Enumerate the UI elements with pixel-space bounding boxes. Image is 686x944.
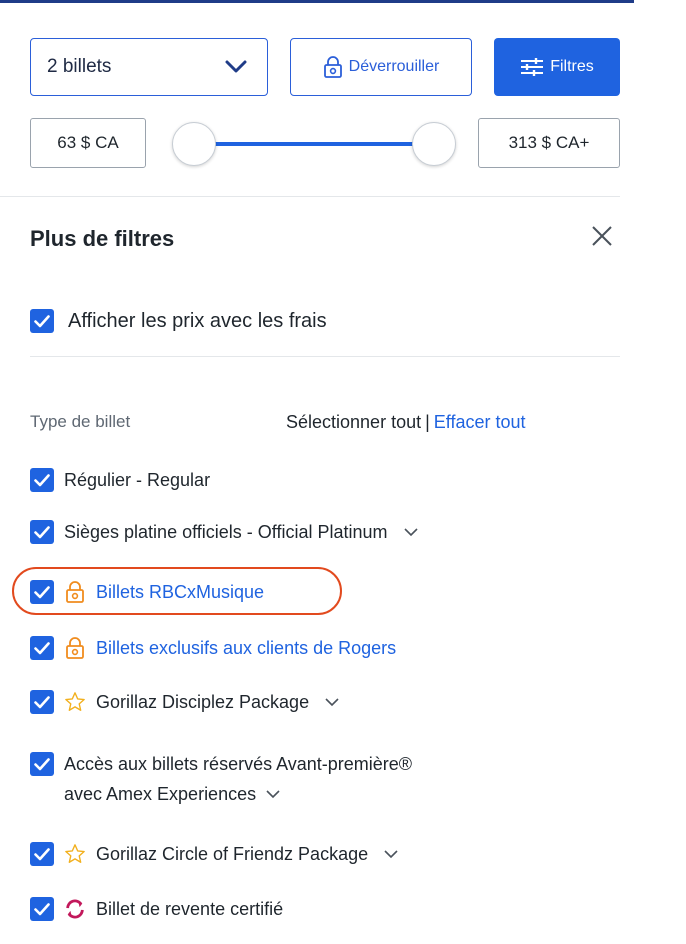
ticket-type-label: Billet de revente certifié bbox=[96, 898, 284, 919]
resale-icon bbox=[66, 899, 84, 919]
ticket-type-label: Accès aux billets réservés Avant-premièr… bbox=[64, 749, 412, 809]
sliders-icon bbox=[521, 58, 544, 76]
chevron-down-icon[interactable] bbox=[266, 789, 280, 799]
unlock-button[interactable]: Déverrouiller bbox=[290, 38, 472, 96]
check-icon bbox=[34, 847, 50, 860]
ticket-type-label: Gorillaz Circle of Friendz Package bbox=[96, 843, 369, 864]
ticket-type-option[interactable]: Accès aux billets réservés Avant-premièr… bbox=[30, 752, 412, 809]
check-icon bbox=[34, 585, 50, 598]
ticket-type-option[interactable]: Sièges platine officiels - Official Plat… bbox=[30, 520, 418, 544]
chevron-down-icon[interactable] bbox=[325, 697, 339, 707]
clear-all-link[interactable]: Effacer tout bbox=[434, 412, 526, 432]
ticket-type-option[interactable]: Régulier - Regular bbox=[30, 468, 210, 492]
ticket-type-option[interactable]: Billets RBCxMusique bbox=[30, 580, 264, 604]
ticket-type-checkbox[interactable] bbox=[30, 520, 54, 544]
check-icon bbox=[34, 757, 50, 770]
chevron-down-icon bbox=[225, 60, 247, 73]
show-fees-option[interactable]: Afficher les prix avec les frais bbox=[30, 309, 327, 333]
ticket-quantity-select[interactable]: 2 billets bbox=[30, 38, 268, 96]
ticket-type-checkbox[interactable] bbox=[30, 580, 54, 604]
ticket-type-checkbox[interactable] bbox=[30, 468, 54, 492]
show-fees-checkbox[interactable] bbox=[30, 309, 54, 333]
ticket-type-option[interactable]: Gorillaz Disciplez Package bbox=[30, 690, 339, 714]
top-rule bbox=[0, 0, 634, 3]
ticket-type-label: Gorillaz Disciplez Package bbox=[96, 691, 310, 712]
ticket-quantity-value: 2 billets bbox=[47, 56, 112, 77]
unlock-button-label: Déverrouiller bbox=[348, 58, 440, 75]
ticket-type-checkbox[interactable] bbox=[30, 690, 54, 714]
ticket-type-option[interactable]: Billets exclusifs aux clients de Rogers bbox=[30, 636, 396, 660]
ticket-type-label-line: Accès aux billets réservés Avant-premièr… bbox=[64, 754, 413, 774]
show-fees-label: Afficher les prix avec les frais bbox=[68, 309, 327, 332]
price-min-input[interactable]: 63 $ CA bbox=[30, 118, 146, 168]
price-slider-track[interactable] bbox=[194, 142, 434, 146]
select-actions: Sélectionner tout | Effacer tout bbox=[286, 412, 526, 433]
lock-icon bbox=[323, 56, 342, 78]
ticket-type-checkbox[interactable] bbox=[30, 636, 54, 660]
chevron-down-icon[interactable] bbox=[403, 527, 418, 537]
check-icon bbox=[34, 641, 50, 654]
price-slider-max-handle[interactable] bbox=[412, 122, 456, 166]
filters-button[interactable]: Filtres bbox=[494, 38, 620, 96]
divider bbox=[0, 196, 620, 197]
lock-icon bbox=[66, 637, 84, 659]
filters-button-label: Filtres bbox=[550, 58, 594, 75]
ticket-type-label[interactable]: Billets RBCxMusique bbox=[96, 582, 264, 603]
lock-icon bbox=[66, 581, 84, 603]
ticket-type-label: Régulier - Regular bbox=[64, 469, 211, 490]
separator: | bbox=[425, 412, 430, 432]
ticket-type-checkbox[interactable] bbox=[30, 752, 54, 776]
price-min-value: 63 $ CA bbox=[57, 133, 119, 152]
ticket-type-label[interactable]: Billets exclusifs aux clients de Rogers bbox=[96, 638, 396, 659]
ticket-type-checkbox[interactable] bbox=[30, 842, 54, 866]
select-all-link[interactable]: Sélectionner tout bbox=[286, 412, 421, 432]
price-slider-min-handle[interactable] bbox=[172, 122, 216, 166]
price-max-input[interactable]: 313 $ CA+ bbox=[478, 118, 620, 168]
check-icon bbox=[34, 314, 50, 327]
close-icon[interactable] bbox=[590, 224, 614, 248]
star-icon bbox=[65, 844, 85, 863]
check-icon bbox=[34, 695, 50, 708]
ticket-type-option[interactable]: Gorillaz Circle of Friendz Package bbox=[30, 842, 398, 866]
check-icon bbox=[34, 525, 50, 538]
star-icon bbox=[65, 692, 85, 711]
price-max-value: 313 $ CA+ bbox=[508, 133, 590, 152]
chevron-down-icon[interactable] bbox=[384, 849, 398, 859]
panel-title: Plus de filtres bbox=[30, 226, 175, 251]
ticket-type-checkbox[interactable] bbox=[30, 897, 54, 921]
ticket-type-label-line: avec Amex Experiences bbox=[64, 784, 257, 804]
ticket-type-label: Sièges platine officiels - Official Plat… bbox=[64, 521, 388, 542]
ticket-type-option[interactable]: Billet de revente certifié bbox=[30, 897, 283, 921]
ticket-type-label: Type de billet bbox=[30, 412, 131, 431]
check-icon bbox=[34, 902, 50, 915]
check-icon bbox=[34, 473, 50, 486]
divider bbox=[30, 356, 620, 357]
